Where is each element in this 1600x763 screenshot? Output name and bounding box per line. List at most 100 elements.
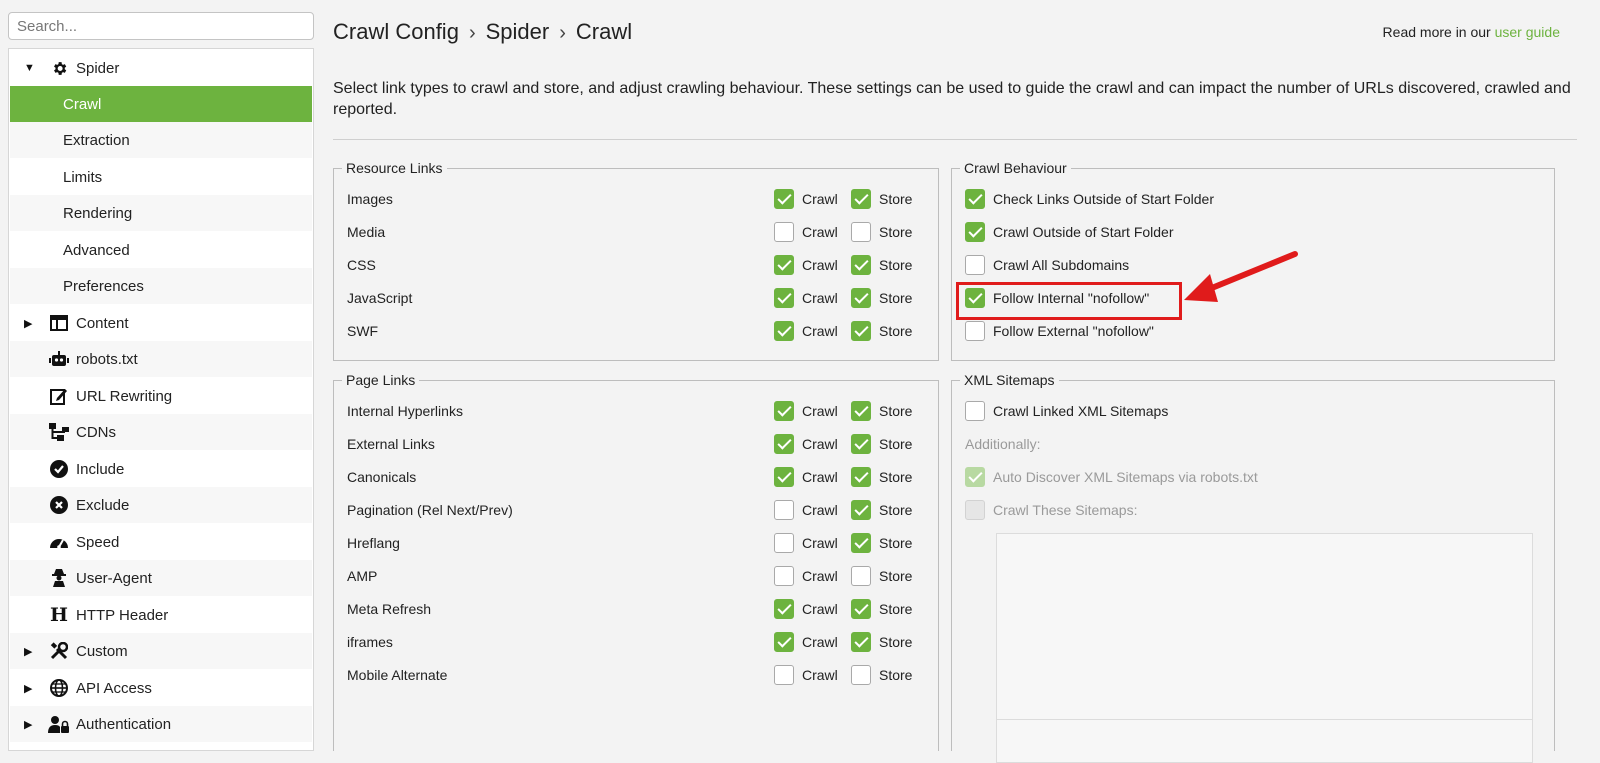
tree-item-user-agent[interactable]: User-Agent xyxy=(10,560,312,596)
row-label: AMP xyxy=(347,567,378,584)
store-checkbox[interactable] xyxy=(851,466,871,487)
tree-item-speed[interactable]: Speed xyxy=(10,524,312,560)
tree-item-label: HTTP Header xyxy=(76,606,169,624)
tree-item-custom[interactable]: ▶ Custom xyxy=(10,633,312,669)
tree-item-preferences[interactable]: Preferences xyxy=(10,268,312,304)
crawl-label: Crawl xyxy=(802,435,838,452)
crawl-checkbox[interactable] xyxy=(774,466,794,487)
store-checkbox[interactable] xyxy=(851,254,871,275)
sidebar: ▼ Spider Crawl Extraction Limits Renderi… xyxy=(0,0,315,751)
crawl-label: Crawl xyxy=(802,567,838,584)
tree-item-label: User-Agent xyxy=(76,569,152,587)
link-row-hreflang: Hreflang Crawl Store xyxy=(334,526,938,559)
link-row-swf: SWF Crawl Store xyxy=(334,314,938,347)
link-row-canonicals: Canonicals Crawl Store xyxy=(334,460,938,493)
tools-icon xyxy=(48,640,70,662)
row-label: Hreflang xyxy=(347,534,400,551)
sitemaps-textarea[interactable] xyxy=(996,533,1533,763)
link-row-external-links: External Links Crawl Store xyxy=(334,427,938,460)
tree-item-spider[interactable]: ▼ Spider xyxy=(10,50,312,86)
user-lock-icon xyxy=(48,713,70,735)
store-checkbox[interactable] xyxy=(851,221,871,242)
search-input[interactable] xyxy=(8,12,314,40)
store-checkbox[interactable] xyxy=(851,188,871,209)
row-label: Meta Refresh xyxy=(347,600,432,617)
tree-item-crawl[interactable]: Crawl xyxy=(10,86,312,122)
store-checkbox[interactable] xyxy=(851,400,871,421)
crawl-checkbox[interactable] xyxy=(774,221,794,242)
breadcrumb-separator: › xyxy=(468,22,476,44)
crawl-checkbox[interactable] xyxy=(774,287,794,308)
store-checkbox[interactable] xyxy=(851,433,871,454)
auto-discover-checkbox[interactable] xyxy=(965,466,985,487)
collapsed-triangle-icon[interactable]: ▶ xyxy=(24,317,32,330)
breadcrumb-item: Spider xyxy=(485,19,550,44)
tree-item-label: Speed xyxy=(76,533,120,551)
robot-icon xyxy=(48,348,70,370)
tree-item-robots[interactable]: robots.txt xyxy=(10,341,312,377)
store-checkbox[interactable] xyxy=(851,565,871,586)
tree-item-rendering[interactable]: Rendering xyxy=(10,195,312,231)
behaviour-checkbox[interactable] xyxy=(965,221,985,242)
crawl-label: Crawl xyxy=(802,289,838,306)
tree-item-include[interactable]: Include xyxy=(10,451,312,487)
collapsed-triangle-icon[interactable]: ▶ xyxy=(24,645,32,658)
tree-item-label: API Access xyxy=(76,679,152,697)
tree-item-label: URL Rewriting xyxy=(76,387,173,405)
globe-icon xyxy=(48,677,70,699)
behaviour-checkbox[interactable] xyxy=(965,188,985,209)
tree-item-extraction[interactable]: Extraction xyxy=(10,122,312,158)
crawl-these-sitemaps-checkbox[interactable] xyxy=(965,499,985,520)
tree-item-exclude[interactable]: Exclude xyxy=(10,487,312,523)
store-checkbox[interactable] xyxy=(851,499,871,520)
crawl-linked-sitemaps-checkbox[interactable] xyxy=(965,400,985,421)
sitemaps-textarea-content xyxy=(997,534,1532,720)
crawl-checkbox[interactable] xyxy=(774,433,794,454)
behaviour-checkbox[interactable] xyxy=(965,320,985,341)
tree-item-label: Preferences xyxy=(63,277,144,295)
tree-item-content[interactable]: ▶ Content xyxy=(10,305,312,341)
collapsed-triangle-icon[interactable]: ▶ xyxy=(24,682,32,695)
crawl-checkbox[interactable] xyxy=(774,598,794,619)
behaviour-checkbox[interactable] xyxy=(965,254,985,275)
user-guide-link[interactable]: user guide xyxy=(1495,24,1560,40)
group-title: Page Links xyxy=(342,371,420,389)
tree-item-limits[interactable]: Limits xyxy=(10,159,312,195)
row-label: SWF xyxy=(347,322,379,339)
auto-discover-option[interactable]: Auto Discover XML Sitemaps via robots.tx… xyxy=(952,460,1554,493)
crawl-checkbox[interactable] xyxy=(774,400,794,421)
crawl-checkbox[interactable] xyxy=(774,320,794,341)
crawl-linked-sitemaps-option[interactable]: Crawl Linked XML Sitemaps xyxy=(952,394,1554,427)
tree-item-http-header[interactable]: H HTTP Header xyxy=(10,597,312,633)
store-checkbox[interactable] xyxy=(851,631,871,652)
collapsed-triangle-icon[interactable]: ▶ xyxy=(24,718,32,731)
crawl-checkbox[interactable] xyxy=(774,254,794,275)
tree-item-cdns[interactable]: CDNs xyxy=(10,414,312,450)
store-checkbox[interactable] xyxy=(851,664,871,685)
crawl-these-sitemaps-option[interactable]: Crawl These Sitemaps: xyxy=(952,493,1554,526)
option-label: Crawl All Subdomains xyxy=(993,256,1130,273)
store-checkbox[interactable] xyxy=(851,287,871,308)
tree-item-authentication[interactable]: ▶ Authentication xyxy=(10,706,312,742)
store-label: Store xyxy=(879,435,913,452)
tree-item-label: CDNs xyxy=(76,423,116,441)
store-checkbox[interactable] xyxy=(851,532,871,553)
crawl-checkbox[interactable] xyxy=(774,631,794,652)
store-checkbox[interactable] xyxy=(851,598,871,619)
behaviour-option-check-links-outside-of-start-folder[interactable]: Check Links Outside of Start Folder xyxy=(952,182,1554,215)
crawl-checkbox[interactable] xyxy=(774,532,794,553)
highlight-box xyxy=(956,282,1182,320)
crawl-checkbox[interactable] xyxy=(774,188,794,209)
crawl-checkbox[interactable] xyxy=(774,499,794,520)
store-checkbox[interactable] xyxy=(851,320,871,341)
tree-item-advanced[interactable]: Advanced xyxy=(10,232,312,268)
tree-item-api-access[interactable]: ▶ API Access xyxy=(10,670,312,706)
read-more-text: Read more in our user guide xyxy=(1383,24,1560,40)
expanded-triangle-icon[interactable]: ▼ xyxy=(24,62,35,74)
tree-item-label: Advanced xyxy=(63,241,130,259)
crawl-checkbox[interactable] xyxy=(774,565,794,586)
divider xyxy=(333,139,1577,140)
crawl-checkbox[interactable] xyxy=(774,664,794,685)
config-tree: ▼ Spider Crawl Extraction Limits Renderi… xyxy=(8,48,314,751)
tree-item-url-rewriting[interactable]: URL Rewriting xyxy=(10,378,312,414)
